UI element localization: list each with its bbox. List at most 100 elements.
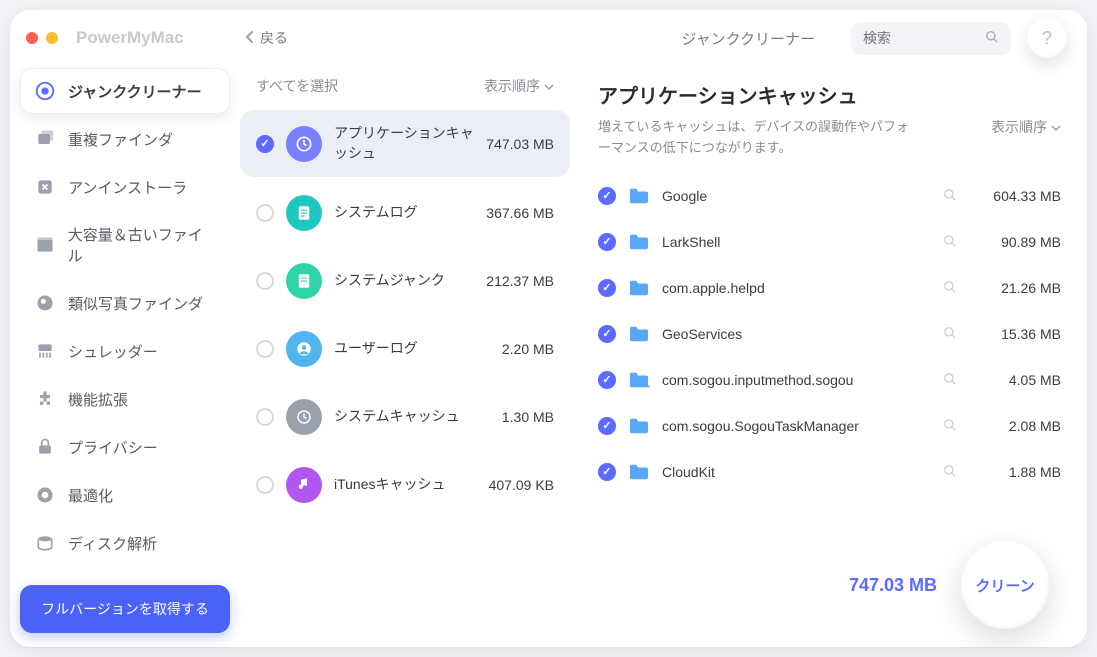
reveal-icon[interactable] bbox=[943, 464, 959, 480]
chevron-down-icon bbox=[544, 78, 554, 94]
category-item[interactable]: アプリケーションキャッシュ 747.03 MB bbox=[240, 110, 570, 177]
search-box[interactable] bbox=[851, 22, 1011, 55]
nav-list: ジャンククリーナー 重複ファインダ アンインストーラ 大容量＆古いファイル bbox=[20, 68, 230, 566]
checkbox-icon[interactable] bbox=[256, 340, 274, 358]
category-label: アプリケーションキャッシュ bbox=[334, 124, 474, 163]
itunes-cache-icon bbox=[286, 467, 322, 503]
category-label: ユーザーログ bbox=[334, 339, 490, 359]
sidebar-item-optimize[interactable]: 最適化 bbox=[20, 472, 230, 518]
list-item[interactable]: com.apple.helpd 21.26 MB bbox=[590, 265, 1069, 311]
sidebar-item-similar-photo[interactable]: 類似写真ファインダ bbox=[20, 280, 230, 326]
titlebar: PowerMyMac bbox=[20, 24, 230, 68]
checkbox-icon[interactable] bbox=[598, 187, 616, 205]
category-size: 407.09 KB bbox=[489, 477, 554, 493]
sidebar-item-uninstaller[interactable]: アンインストーラ bbox=[20, 164, 230, 210]
category-item[interactable]: システムジャンク 212.37 MB bbox=[240, 249, 570, 313]
back-button[interactable]: 戻る bbox=[240, 28, 288, 48]
detail-description: 増えているキャッシュは、デバイスの誤動作やパフォーマンスの低下につながります。 bbox=[598, 117, 918, 159]
detail-sort-button[interactable]: 表示順序 bbox=[991, 117, 1061, 137]
checkbox-icon[interactable] bbox=[256, 204, 274, 222]
junk-cleaner-icon bbox=[34, 80, 56, 102]
close-window-icon[interactable] bbox=[26, 32, 38, 44]
checkbox-icon[interactable] bbox=[598, 417, 616, 435]
checkbox-icon[interactable] bbox=[598, 371, 616, 389]
disk-icon bbox=[34, 532, 56, 554]
total-size: 747.03 MB bbox=[849, 575, 937, 596]
sidebar-item-privacy[interactable]: プライバシー bbox=[20, 424, 230, 470]
category-list: アプリケーションキャッシュ 747.03 MB システムログ 367.66 MB… bbox=[240, 106, 570, 521]
file-name: com.sogou.inputmethod.sogou bbox=[662, 372, 931, 388]
reveal-icon[interactable] bbox=[943, 234, 959, 250]
system-log-icon bbox=[286, 195, 322, 231]
checkbox-icon[interactable] bbox=[598, 463, 616, 481]
search-input[interactable] bbox=[863, 30, 977, 46]
folder-icon bbox=[628, 325, 650, 343]
sidebar-item-duplicate[interactable]: 重複ファインダ bbox=[20, 116, 230, 162]
clean-button[interactable]: クリーン bbox=[961, 541, 1049, 629]
reveal-icon[interactable] bbox=[943, 418, 959, 434]
sidebar-item-extensions[interactable]: 機能拡張 bbox=[20, 376, 230, 422]
file-size: 4.05 MB bbox=[971, 372, 1061, 388]
folder-icon bbox=[628, 417, 650, 435]
file-name: com.apple.helpd bbox=[662, 280, 931, 296]
file-size: 90.89 MB bbox=[971, 234, 1061, 250]
sidebar-item-label: 最適化 bbox=[68, 485, 113, 506]
optimize-icon bbox=[34, 484, 56, 506]
reveal-icon[interactable] bbox=[943, 372, 959, 388]
category-item[interactable]: iTunesキャッシュ 407.09 KB bbox=[240, 453, 570, 517]
app-window: PowerMyMac ジャンククリーナー 重複ファインダ アンインストーラ bbox=[10, 10, 1087, 647]
sort-button[interactable]: 表示順序 bbox=[484, 76, 554, 96]
search-icon bbox=[985, 30, 999, 47]
chevron-down-icon bbox=[1051, 119, 1061, 135]
main-area: 戻る ジャンククリーナー ? すべてを選択 表示順序 bbox=[240, 10, 1087, 647]
sidebar-item-label: 機能拡張 bbox=[68, 389, 128, 410]
checkbox-icon[interactable] bbox=[256, 272, 274, 290]
list-item[interactable]: com.sogou.inputmethod.sogou 4.05 MB bbox=[590, 357, 1069, 403]
category-item[interactable]: ユーザーログ 2.20 MB bbox=[240, 317, 570, 381]
category-item[interactable]: システムキャッシュ 1.30 MB bbox=[240, 385, 570, 449]
checkbox-icon[interactable] bbox=[256, 135, 274, 153]
checkbox-icon[interactable] bbox=[256, 408, 274, 426]
system-cache-icon bbox=[286, 399, 322, 435]
list-item[interactable]: Google 604.33 MB bbox=[590, 173, 1069, 219]
reveal-icon[interactable] bbox=[943, 280, 959, 296]
reveal-icon[interactable] bbox=[943, 326, 959, 342]
sidebar-item-junk-cleaner[interactable]: ジャンククリーナー bbox=[20, 68, 230, 114]
sidebar-item-label: 類似写真ファインダ bbox=[68, 293, 203, 314]
list-item[interactable]: com.sogou.SogouTaskManager 2.08 MB bbox=[590, 403, 1069, 449]
sidebar-item-label: ディスク解析 bbox=[68, 533, 157, 554]
topbar: 戻る ジャンククリーナー ? bbox=[240, 10, 1087, 66]
sidebar-item-label: 重複ファインダ bbox=[68, 129, 173, 150]
uninstaller-icon bbox=[34, 176, 56, 198]
detail-title: アプリケーションキャッシュ bbox=[598, 80, 1061, 109]
sidebar-item-label: アンインストーラ bbox=[68, 177, 187, 198]
minimize-window-icon[interactable] bbox=[46, 32, 58, 44]
sidebar-item-shredder[interactable]: シュレッダー bbox=[20, 328, 230, 374]
checkbox-icon[interactable] bbox=[256, 476, 274, 494]
category-size: 367.66 MB bbox=[486, 205, 554, 221]
full-version-button[interactable]: フルバージョンを取得する bbox=[20, 585, 230, 633]
list-item[interactable]: CloudKit 1.88 MB bbox=[590, 449, 1069, 495]
detail-column: アプリケーションキャッシュ 増えているキャッシュは、デバイスの誤動作やパフォーマ… bbox=[590, 66, 1069, 647]
checkbox-icon[interactable] bbox=[598, 279, 616, 297]
page-title: ジャンククリーナー bbox=[681, 28, 815, 49]
sidebar: PowerMyMac ジャンククリーナー 重複ファインダ アンインストーラ bbox=[10, 10, 240, 647]
file-name: LarkShell bbox=[662, 234, 931, 250]
file-size: 1.88 MB bbox=[971, 464, 1061, 480]
checkbox-icon[interactable] bbox=[598, 325, 616, 343]
sidebar-item-large-old[interactable]: 大容量＆古いファイル bbox=[20, 212, 230, 278]
sidebar-item-label: シュレッダー bbox=[68, 341, 158, 362]
large-old-icon bbox=[34, 234, 56, 256]
select-all-button[interactable]: すべてを選択 bbox=[256, 76, 338, 96]
category-size: 2.20 MB bbox=[502, 341, 554, 357]
help-button[interactable]: ? bbox=[1027, 18, 1067, 58]
extensions-icon bbox=[34, 388, 56, 410]
reveal-icon[interactable] bbox=[943, 188, 959, 204]
file-size: 15.36 MB bbox=[971, 326, 1061, 342]
sidebar-item-disk[interactable]: ディスク解析 bbox=[20, 520, 230, 566]
checkbox-icon[interactable] bbox=[598, 233, 616, 251]
category-item[interactable]: システムログ 367.66 MB bbox=[240, 181, 570, 245]
list-item[interactable]: LarkShell 90.89 MB bbox=[590, 219, 1069, 265]
list-item[interactable]: GeoServices 15.36 MB bbox=[590, 311, 1069, 357]
file-size: 21.26 MB bbox=[971, 280, 1061, 296]
